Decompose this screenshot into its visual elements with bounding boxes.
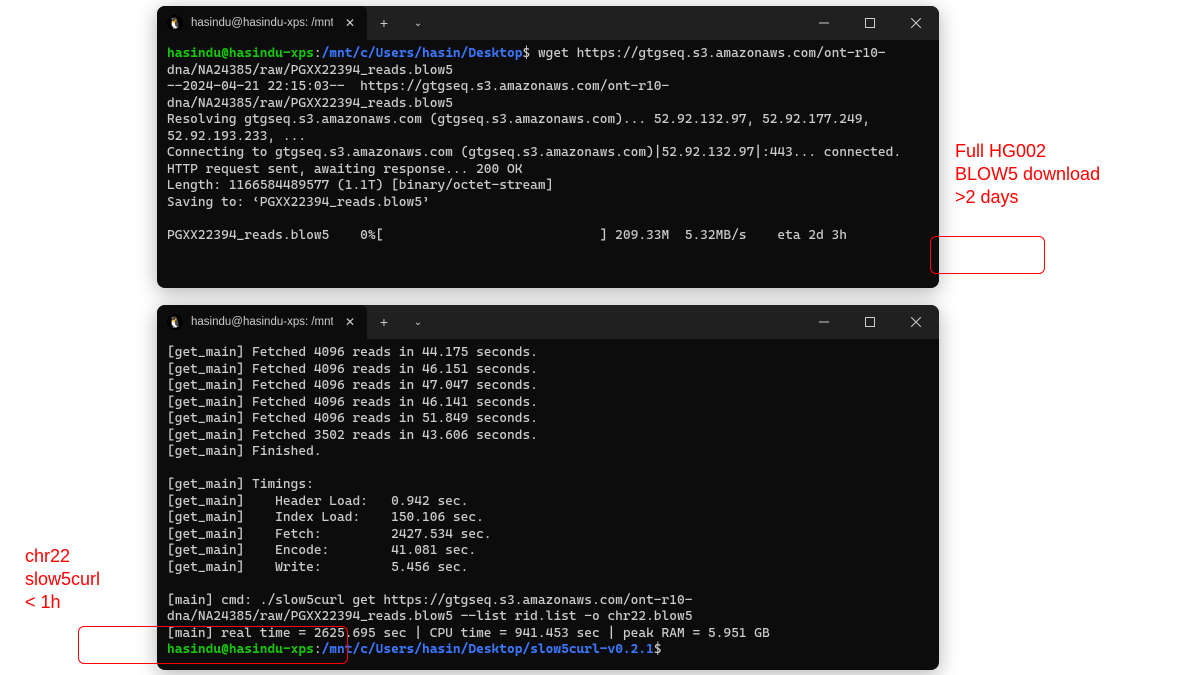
output-line: [main] cmd: ./slow5curl get https://gtgs…	[167, 593, 692, 625]
prompt-path: /mnt/c/Users/hasin/Desktop	[322, 46, 523, 61]
titlebar[interactable]: 🐧 hasindu@hasindu-xps: /mnt/c ✕ + ⌄	[157, 6, 939, 40]
tab-title: hasindu@hasindu-xps: /mnt/c	[191, 316, 333, 328]
prompt-dollar: $	[654, 642, 662, 657]
highlight-box-eta	[930, 236, 1045, 274]
tux-icon: 🐧	[167, 15, 183, 31]
output-line: [get_main] Index Load: 150.106 sec.	[167, 510, 484, 525]
prompt-dollar: $	[522, 46, 530, 61]
output-line: Saving to: ‘PGXX22394_reads.blow5’	[167, 195, 430, 210]
output-line: [get_main] Header Load: 0.942 sec.	[167, 494, 468, 509]
output-line: [get_main] Timings:	[167, 477, 314, 492]
output-line: HTTP request sent, awaiting response... …	[167, 162, 522, 177]
prompt-sep: :	[314, 46, 322, 61]
titlebar[interactable]: 🐧 hasindu@hasindu-xps: /mnt/c ✕ + ⌄	[157, 305, 939, 339]
new-tab-button[interactable]: +	[367, 305, 401, 339]
output-line: [get_main] Fetch: 2427.534 sec.	[167, 527, 492, 542]
highlight-box-realtime	[78, 626, 348, 664]
new-tab-button[interactable]: +	[367, 6, 401, 40]
output-line: [get_main] Fetched 4096 reads in 44.175 …	[167, 345, 538, 360]
close-button[interactable]	[893, 305, 939, 339]
output-line: [get_main] Fetched 4096 reads in 47.047 …	[167, 378, 538, 393]
output-line: [get_main] Fetched 4096 reads in 46.141 …	[167, 395, 538, 410]
titlebar-drag-area[interactable]	[435, 305, 801, 339]
output-line: [get_main] Finished.	[167, 444, 322, 459]
annotation-full-download: Full HG002BLOW5 download>2 days	[955, 140, 1175, 209]
output-line: Resolving gtgseq.s3.amazonaws.com (gtgse…	[167, 112, 878, 144]
annotation-chr22: chr22slow5curl< 1h	[25, 545, 155, 614]
tab-active[interactable]: 🐧 hasindu@hasindu-xps: /mnt/c ✕	[157, 305, 367, 339]
tab-close-icon[interactable]: ✕	[341, 315, 359, 329]
output-line: --2024-04-21 22:15:03-- https://gtgseq.s…	[167, 79, 669, 111]
titlebar-drag-area[interactable]	[435, 6, 801, 40]
terminal-output[interactable]: hasindu@hasindu-xps:/mnt/c/Users/hasin/D…	[157, 40, 939, 288]
tab-close-icon[interactable]: ✕	[341, 16, 359, 30]
tab-title: hasindu@hasindu-xps: /mnt/c	[191, 17, 333, 29]
tux-icon: 🐧	[167, 314, 183, 330]
close-button[interactable]	[893, 6, 939, 40]
output-line: [get_main] Fetched 4096 reads in 46.151 …	[167, 362, 538, 377]
prompt-user: hasindu@hasindu-xps	[167, 46, 314, 61]
output-line: PGXX22394_reads.blow5 0%[ ] 209.33M 5.32…	[167, 228, 862, 243]
output-line: Length: 1166584489577 (1.1T) [binary/oct…	[167, 178, 553, 193]
terminal-window-wget: 🐧 hasindu@hasindu-xps: /mnt/c ✕ + ⌄ hasi…	[157, 6, 939, 288]
tab-active[interactable]: 🐧 hasindu@hasindu-xps: /mnt/c ✕	[157, 6, 367, 40]
maximize-button[interactable]	[847, 6, 893, 40]
tab-dropdown-icon[interactable]: ⌄	[401, 6, 435, 40]
minimize-button[interactable]	[801, 305, 847, 339]
maximize-button[interactable]	[847, 305, 893, 339]
prompt-path: /mnt/c/Users/hasin/Desktop/slow5curl-v0.…	[322, 642, 654, 657]
terminal-window-slow5curl: 🐧 hasindu@hasindu-xps: /mnt/c ✕ + ⌄ [get…	[157, 305, 939, 670]
tab-dropdown-icon[interactable]: ⌄	[401, 305, 435, 339]
terminal-output[interactable]: [get_main] Fetched 4096 reads in 44.175 …	[157, 339, 939, 670]
output-line: [get_main] Write: 5.456 sec.	[167, 560, 468, 575]
output-line: [get_main] Fetched 3502 reads in 43.606 …	[167, 428, 538, 443]
minimize-button[interactable]	[801, 6, 847, 40]
output-line: [get_main] Fetched 4096 reads in 51.849 …	[167, 411, 538, 426]
output-line: Connecting to gtgseq.s3.amazonaws.com (g…	[167, 145, 901, 160]
output-line: [get_main] Encode: 41.081 sec.	[167, 543, 476, 558]
